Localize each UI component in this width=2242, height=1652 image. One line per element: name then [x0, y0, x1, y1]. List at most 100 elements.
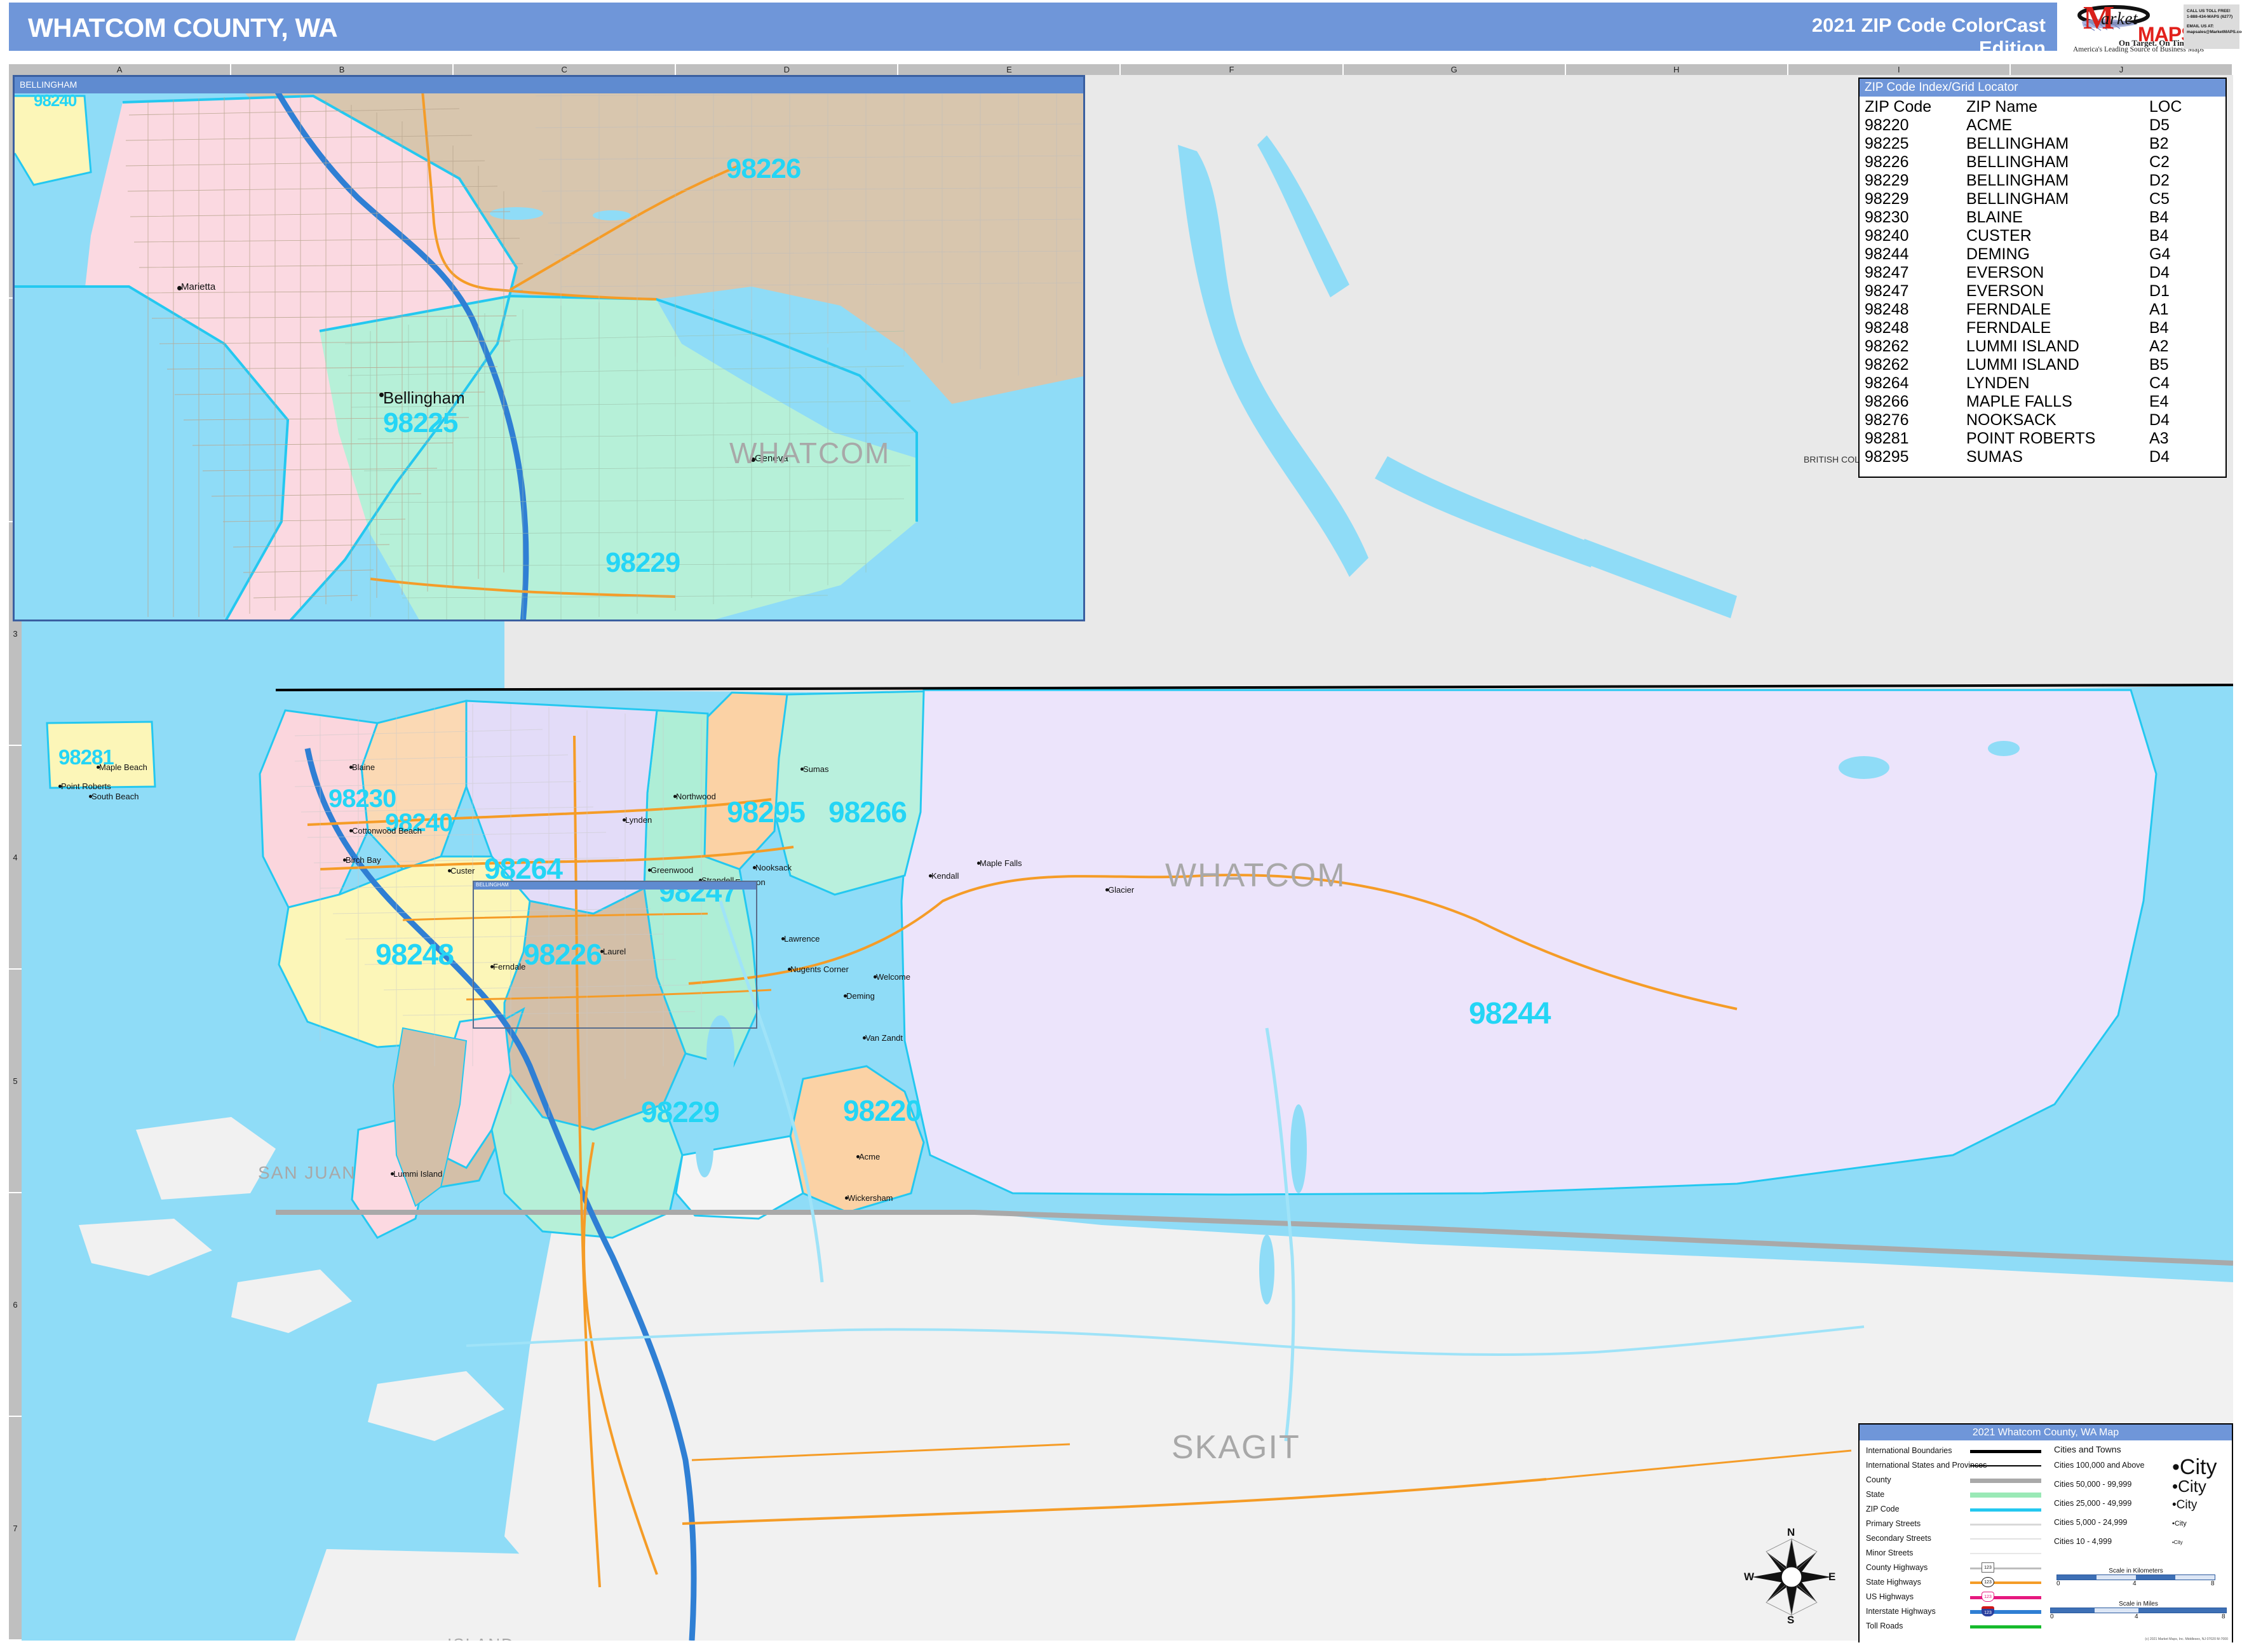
legend-city-class-row: Cities 25,000 - 49,999 •City	[2050, 1495, 2232, 1514]
zip-index-row[interactable]: 98248 FERNDALE B4	[1860, 319, 2225, 337]
legend-cities-section: Cities and Towns Cities 100,000 and Abov…	[2050, 1443, 2232, 1620]
zip-index-row[interactable]: 98229 BELLINGHAM C5	[1860, 190, 2225, 208]
legend-line-swatch	[1970, 1465, 2041, 1466]
map-legend[interactable]: 2021 Whatcom County, WA Map Internationa…	[1858, 1423, 2233, 1642]
bellingham-inset-map[interactable]: BELLINGHAM 98226 98225 98229 98240 Belli…	[13, 75, 1085, 621]
zip-loc-cell: D5	[2149, 116, 2170, 134]
zip-code-cell: 98240	[1865, 227, 1909, 245]
zip-index-row[interactable]: 98264 LYNDEN C4	[1860, 374, 2225, 393]
legend-label: County Highways	[1866, 1563, 1928, 1572]
page-title: WHATCOM COUNTY, WA	[28, 13, 338, 43]
grid-col-B: B	[231, 64, 454, 76]
zip-index-row[interactable]: 98247 EVERSON D1	[1860, 282, 2225, 301]
zip-index-row[interactable]: 98262 LUMMI ISLAND A2	[1860, 337, 2225, 356]
inset-locator-title: BELLINGHAM	[474, 882, 756, 890]
zip-loc-cell: C2	[2149, 153, 2170, 171]
city-label-deming: Deming	[846, 991, 875, 1001]
city-label-van-zandt: Van Zandt	[865, 1033, 903, 1043]
zip-index-title: ZIP Code Index/Grid Locator	[1860, 79, 2225, 97]
legend-row-state-highways: State Highways 123	[1863, 1576, 2048, 1590]
zip-code-cell: 98230	[1865, 208, 1909, 226]
scale-miles: Scale in Miles 0 4 8	[2050, 1601, 2227, 1621]
zip-code-cell: 98276	[1865, 411, 1909, 429]
inset-zip-label-98225-1: 98225	[383, 407, 458, 438]
city-label-lummi-island: Lummi Island	[393, 1169, 443, 1179]
legend-label: Secondary Streets	[1866, 1534, 1931, 1543]
legend-county-shield-icon: 123	[1982, 1562, 1994, 1573]
legend-row-primary-streets: Primary Streets	[1863, 1517, 2048, 1532]
city-label-cottonwood-beach: Cottonwood Beach	[352, 826, 422, 836]
zip-index-row[interactable]: 98266 MAPLE FALLS E4	[1860, 393, 2225, 411]
legend-city-class-row: Cities 10 - 4,999 •City	[2050, 1533, 2232, 1552]
city-label-glacier: Glacier	[1108, 885, 1135, 895]
zip-loc-cell: G4	[2149, 245, 2171, 263]
zip-code-cell: 98248	[1865, 319, 1909, 337]
legend-label: ZIP Code	[1866, 1505, 1900, 1513]
legend-row-international-boundaries: International Boundaries	[1863, 1444, 2048, 1459]
area-label-san-juan: SAN JUAN	[258, 1163, 356, 1182]
scale-mi-ticks: 0 4 8	[2050, 1613, 2227, 1621]
inset-county-label: WHATCOM	[729, 437, 891, 470]
compass-icon	[1752, 1538, 1831, 1616]
inset-zip-label-98226-0: 98226	[726, 153, 801, 184]
grid-col-E: E	[898, 64, 1121, 76]
legend-line-swatch	[1970, 1449, 2041, 1453]
zip-index-row[interactable]: 98262 LUMMI ISLAND B5	[1860, 356, 2225, 374]
zip-index-row[interactable]: 98229 BELLINGHAM D2	[1860, 172, 2225, 190]
legend-label: Toll Roads	[1866, 1622, 1903, 1630]
contact-email-label: EMAIL US AT:	[2187, 24, 2214, 29]
zip-name-cell: LUMMI ISLAND	[1966, 356, 2079, 374]
legend-city-class-sample: •City	[2172, 1540, 2183, 1545]
zip-name-cell: ACME	[1966, 116, 2013, 134]
zip-index-row[interactable]: 98220 ACME D5	[1860, 116, 2225, 135]
legend-row-state: State	[1863, 1488, 2048, 1503]
marketmaps-logo: M arket MAPS On Target. On Time. America…	[2068, 1, 2242, 53]
legend-row-secondary-streets: Secondary Streets	[1863, 1532, 2048, 1547]
header-zip-name: ZIP Name	[1966, 98, 2038, 116]
city-label-point-roberts: Point Roberts	[61, 782, 111, 791]
zip-index-row[interactable]: 98276 NOOKSACK D4	[1860, 411, 2225, 430]
legend-label: County	[1866, 1475, 1891, 1484]
zip-loc-cell: C4	[2149, 374, 2170, 392]
city-label-maple-beach: Maple Beach	[99, 762, 147, 772]
zip-loc-cell: A2	[2149, 337, 2169, 355]
legend-line-swatch	[1970, 1610, 2041, 1614]
legend-line-swatch	[1970, 1478, 2041, 1483]
city-label-birch-bay: Birch Bay	[346, 855, 381, 865]
zip-index-row[interactable]: 98225 BELLINGHAM B2	[1860, 135, 2225, 153]
legend-city-class-row: Cities 100,000 and Above •City	[2050, 1455, 2232, 1479]
zip-index-panel[interactable]: ZIP Code Index/Grid Locator ZIP Code ZIP…	[1858, 78, 2227, 478]
legend-label: US Highways	[1866, 1592, 1914, 1601]
zip-code-cell: 98262	[1865, 356, 1909, 374]
zip-loc-cell: A1	[2149, 301, 2169, 318]
compass-rose: N E S W	[1744, 1525, 1839, 1627]
zip-code-cell: 98262	[1865, 337, 1909, 355]
city-label-nugents-corner: Nugents Corner	[790, 965, 849, 974]
legend-line-swatch	[1970, 1523, 2041, 1526]
legend-city-class-row: Cities 5,000 - 24,999 •City	[2050, 1514, 2232, 1533]
zip-index-row[interactable]: 98281 POINT ROBERTS A3	[1860, 430, 2225, 448]
zip-name-cell: POINT ROBERTS	[1966, 430, 2096, 447]
inset-locator-rect[interactable]: BELLINGHAM	[473, 881, 757, 1029]
city-label-kendall: Kendall	[931, 871, 959, 881]
city-label-wickersham: Wickersham	[848, 1193, 893, 1203]
inset-zip-label-98229-2: 98229	[605, 547, 680, 578]
zip-loc-cell: B4	[2149, 208, 2169, 226]
zip-index-row[interactable]: 98248 FERNDALE A1	[1860, 301, 2225, 319]
zip-code-cell: 98244	[1865, 245, 1909, 263]
zip-code-cell: 98264	[1865, 374, 1909, 392]
scale-km-ticks: 0 4 8	[2056, 1580, 2215, 1588]
grid-col-A: A	[9, 64, 232, 76]
zip-index-row[interactable]: 98230 BLAINE B4	[1860, 208, 2225, 227]
area-label-island: ISLAND	[447, 1635, 515, 1641]
zip-index-row[interactable]: 98247 EVERSON D4	[1860, 264, 2225, 282]
legend-interstate-shield-icon: 123	[1982, 1606, 1994, 1616]
zip-index-row[interactable]: 98240 CUSTER B4	[1860, 227, 2225, 245]
zip-index-row[interactable]: 98295 SUMAS D4	[1860, 448, 2225, 466]
zip-name-cell: LUMMI ISLAND	[1966, 337, 2079, 355]
legend-us-shield-icon: 123	[1982, 1592, 1994, 1602]
legend-line-swatch	[1970, 1553, 2041, 1554]
zip-index-row[interactable]: 98244 DEMING G4	[1860, 245, 2225, 264]
grid-col-H: H	[1566, 64, 1788, 76]
zip-index-row[interactable]: 98226 BELLINGHAM C2	[1860, 153, 2225, 172]
